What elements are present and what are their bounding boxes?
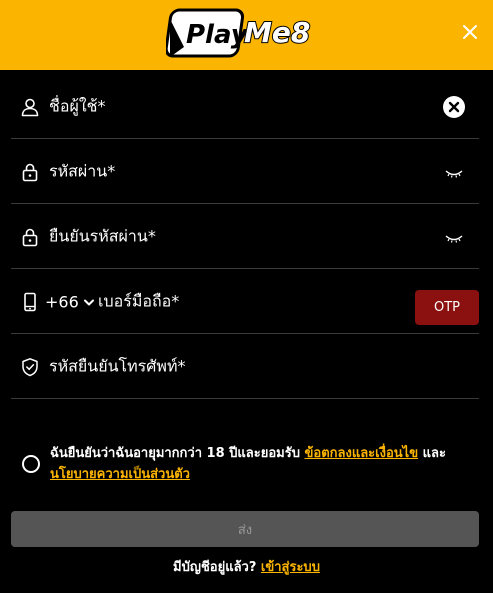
lock-icon [22,228,38,247]
otp-button[interactable]: OTP [415,290,479,325]
close-icon[interactable] [459,21,481,43]
privacy-link[interactable]: นโยบายความเป็นส่วนตัว [50,467,190,482]
lock-icon [22,163,38,182]
otp-code-field[interactable]: รหัสยืนยันโทรศัพท์* [11,334,479,399]
clear-icon[interactable] [443,96,465,118]
confirm-password-label: ยืนยันรหัสผ่าน* [49,226,156,246]
phone-field[interactable]: +66 เบอร์มือถือ* OTP [11,269,479,334]
confirm-password-field[interactable]: ยืนยันรหัสผ่าน* [11,204,479,269]
consent-radio[interactable] [22,455,40,473]
user-icon [21,98,39,117]
eye-closed-icon[interactable] [443,226,465,248]
login-prompt: มีบัญชีอยู่แล้ว? เข้าสู่ระบบ [0,556,493,577]
header-bar: Play Me8 [0,0,493,70]
submit-button[interactable]: ส่ง [11,511,479,547]
username-field[interactable]: ชื่อผู้ใช้* [11,74,479,139]
consent-text-start: ฉันยืนยันว่าฉันอายุมากกว่า 18 ปีและยอมรั… [50,446,305,461]
eye-closed-icon[interactable] [443,161,465,183]
playme8-logo[interactable]: Play Me8 [166,7,322,59]
svg-text:Me8: Me8 [244,16,310,49]
login-link[interactable]: เข้าสู่ระบบ [261,560,320,575]
country-code-select[interactable]: +66 [45,293,95,312]
login-question: มีบัญชีอยู่แล้ว? [173,560,261,575]
consent-text: ฉันยืนยันว่าฉันอายุมากกว่า 18 ปีและยอมรั… [50,443,450,485]
username-label: ชื่อผู้ใช้* [49,96,106,116]
otp-code-label: รหัสยืนยันโทรศัพท์* [49,356,186,376]
password-field[interactable]: รหัสผ่าน* [11,139,479,204]
password-label: รหัสผ่าน* [49,161,116,181]
chevron-down-icon [83,299,94,305]
mobile-icon [24,292,36,312]
terms-link[interactable]: ข้อตกลงและเงื่อนไข [305,446,419,461]
phone-label: เบอร์มือถือ* [98,291,180,311]
shield-check-icon [22,358,38,377]
consent-text-middle: และ [418,446,446,461]
country-code-value: +66 [45,292,79,312]
svg-text:Play: Play [186,20,249,50]
